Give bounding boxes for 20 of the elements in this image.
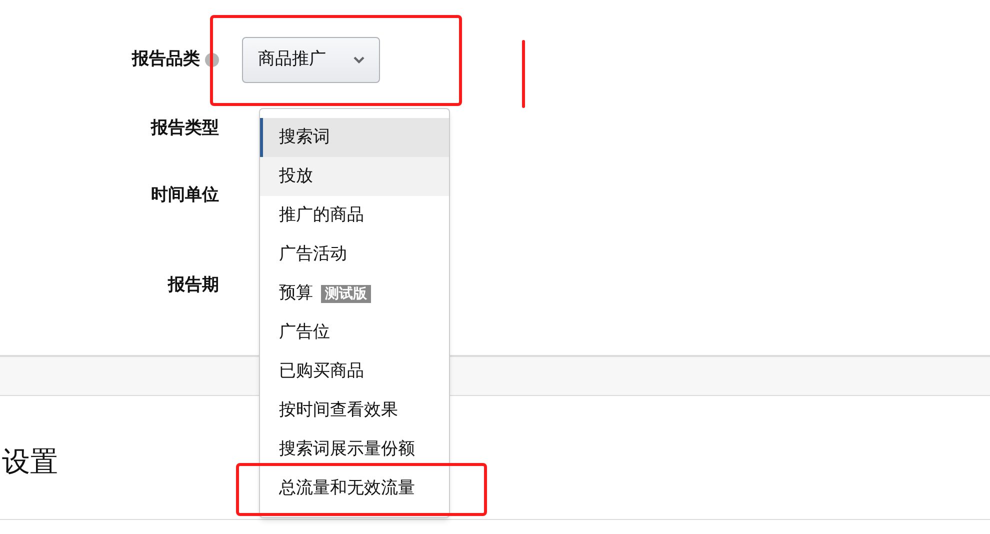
- chevron-down-icon: [353, 56, 365, 64]
- menu-item[interactable]: 搜索词: [260, 118, 449, 157]
- field-label: 报告期: [168, 274, 219, 298]
- menu-item[interactable]: 按时间查看效果: [260, 391, 449, 430]
- menu-item[interactable]: 预算 测试版: [260, 274, 449, 313]
- field-label: 报告类型: [151, 117, 219, 140]
- menu-item[interactable]: 总流量和无效流量: [260, 469, 449, 508]
- field-label: 报告品类: [132, 48, 200, 72]
- field-label: 时间单位: [151, 184, 219, 208]
- menu-item[interactable]: 已购买商品: [260, 352, 449, 391]
- beta-badge: 测试版: [321, 284, 371, 302]
- annotation-line: [522, 40, 525, 108]
- menu-item[interactable]: 投放: [260, 157, 449, 196]
- info-icon[interactable]: [205, 53, 219, 67]
- category-select[interactable]: 商品推广: [242, 37, 380, 83]
- menu-item[interactable]: 广告活动: [260, 235, 449, 274]
- menu-item[interactable]: 广告位: [260, 313, 449, 352]
- section-title: 设置: [1, 444, 58, 480]
- menu-item[interactable]: 推广的商品: [260, 196, 449, 235]
- menu-item[interactable]: 搜索词展示量份额: [260, 430, 449, 469]
